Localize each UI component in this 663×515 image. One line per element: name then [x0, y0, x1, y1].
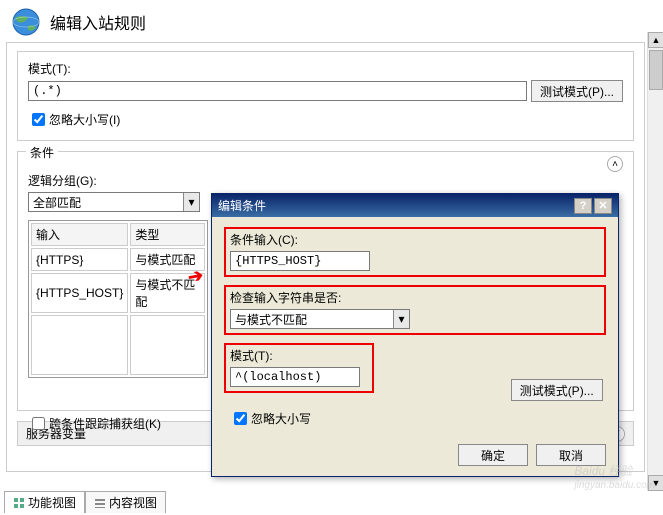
tab-label: 功能视图	[28, 494, 76, 511]
dialog-pattern-input[interactable]	[230, 367, 360, 387]
ignore-case-label: 忽略大小写(I)	[49, 111, 120, 128]
dialog-ignore-case-checkbox[interactable]	[234, 412, 247, 425]
track-capture-checkbox[interactable]	[32, 417, 45, 430]
scroll-down-button[interactable]: ▼	[648, 475, 663, 491]
cell-input: {HTTPS_HOST}	[31, 273, 128, 313]
main-window: 编辑入站规则 ▲ ▼ 模式(T): 测试模式(P)... 忽略大小写(I) 条件…	[0, 0, 663, 515]
chevron-down-icon[interactable]: ▾	[183, 193, 199, 211]
cond-input-label: 条件输入(C):	[230, 231, 600, 248]
window-title: 编辑入站规则	[50, 10, 146, 34]
close-button[interactable]: ✕	[594, 198, 612, 214]
dialog-ignore-case-label: 忽略大小写	[251, 410, 311, 427]
view-tabs: 功能视图 内容视图	[4, 491, 166, 513]
scroll-up-button[interactable]: ▲	[648, 32, 663, 48]
cond-input-highlight: 条件输入(C):	[224, 227, 606, 277]
col-input: 输入	[31, 223, 128, 246]
scroll-thumb[interactable]	[649, 50, 663, 90]
check-highlight: 检查输入字符串是否: ▾	[224, 285, 606, 335]
table-row	[31, 315, 205, 375]
table-header-row: 输入 类型	[31, 223, 205, 246]
cell-input: {HTTPS}	[31, 248, 128, 271]
tab-content-view[interactable]: 内容视图	[85, 491, 166, 513]
dialog-pattern-label: 模式(T):	[230, 347, 368, 364]
cond-input-field[interactable]	[230, 251, 370, 271]
collapse-icon[interactable]: ˄	[607, 156, 623, 172]
cell-type: 与模式匹配	[130, 248, 205, 271]
logic-group-combo[interactable]	[28, 192, 200, 212]
check-label: 检查输入字符串是否:	[230, 289, 600, 306]
conditions-legend: 条件	[26, 144, 58, 161]
dialog-body: 条件输入(C): 检查输入字符串是否: ▾ 模式(T): 测试模式(P)... …	[212, 217, 618, 438]
cancel-button[interactable]: 取消	[536, 444, 606, 466]
chevron-down-icon[interactable]: ▾	[393, 310, 409, 328]
grid-icon	[13, 497, 25, 509]
globe-icon	[10, 6, 42, 38]
col-type: 类型	[130, 223, 205, 246]
title-bar: 编辑入站规则	[0, 0, 663, 42]
track-capture-label: 跨条件跟踪捕获组(K)	[49, 415, 161, 432]
dialog-test-pattern-button[interactable]: 测试模式(P)...	[511, 379, 603, 401]
cell-type: 与模式不匹配	[130, 273, 205, 313]
dialog-button-row: 确定 取消	[212, 438, 618, 476]
ignore-case-checkbox[interactable]	[32, 113, 45, 126]
dialog-titlebar: 编辑条件 ? ✕	[212, 194, 618, 217]
edit-condition-dialog: 编辑条件 ? ✕ 条件输入(C): 检查输入字符串是否: ▾ 模式(T):	[211, 193, 619, 477]
tab-function-view[interactable]: 功能视图	[4, 491, 85, 513]
pattern-groupbox: 模式(T): 测试模式(P)... 忽略大小写(I)	[17, 51, 634, 141]
help-button[interactable]: ?	[574, 198, 592, 214]
pattern-highlight: 模式(T):	[224, 343, 374, 393]
check-combo[interactable]	[230, 309, 410, 329]
test-pattern-button[interactable]: 测试模式(P)...	[531, 80, 623, 102]
conditions-table: 输入 类型 {HTTPS} 与模式匹配 {HTTPS_HOST} 与模式不匹配	[28, 220, 208, 378]
pattern-label: 模式(T):	[28, 60, 623, 77]
logic-group-label: 逻辑分组(G):	[28, 172, 623, 189]
list-icon	[94, 497, 106, 509]
vertical-scrollbar[interactable]: ▲ ▼	[647, 32, 663, 491]
table-row[interactable]: {HTTPS} 与模式匹配	[31, 248, 205, 271]
dialog-title-text: 编辑条件	[218, 197, 266, 214]
pattern-input[interactable]	[28, 81, 527, 101]
table-row[interactable]: {HTTPS_HOST} 与模式不匹配	[31, 273, 205, 313]
tab-label: 内容视图	[109, 494, 157, 511]
ok-button[interactable]: 确定	[458, 444, 528, 466]
